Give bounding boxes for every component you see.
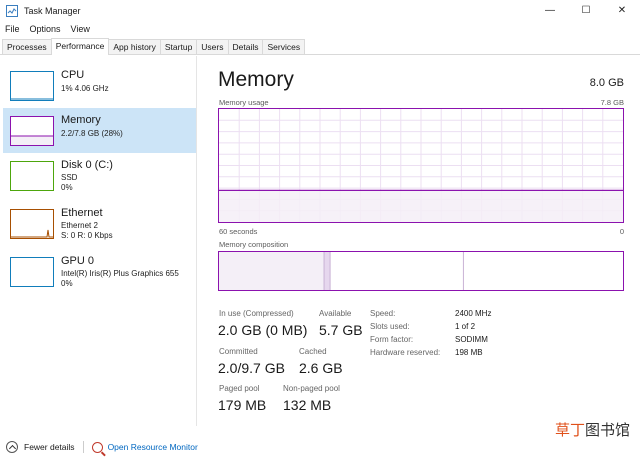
close-button[interactable]: ✕ bbox=[604, 0, 640, 21]
spec-form-factor-label: Form factor: bbox=[370, 335, 414, 344]
spec-speed-label: Speed: bbox=[370, 309, 396, 318]
sidebar-item-detail: Ethernet 2 bbox=[61, 221, 98, 230]
memory-usage-max: 7.8 GB bbox=[600, 98, 624, 107]
composition-in-use bbox=[219, 252, 325, 290]
memory-composition-label: Memory composition bbox=[219, 240, 289, 249]
available-label: Available bbox=[319, 309, 352, 318]
sidebar-item-label: Memory bbox=[61, 114, 101, 126]
paged-pool-value: 179 MB bbox=[218, 397, 267, 413]
in-use-value: 2.0 GB (0 MB) bbox=[218, 322, 308, 338]
resource-monitor-icon[interactable] bbox=[91, 441, 103, 453]
memory-graph-icon bbox=[10, 116, 54, 146]
watermark-text: 图书馆 bbox=[584, 421, 630, 439]
sidebar-item-detail: 1% 4.06 GHz bbox=[61, 84, 109, 93]
open-resource-monitor-link[interactable]: Open Resource Monitor bbox=[108, 442, 198, 452]
memory-composition-chart bbox=[219, 252, 464, 290]
sidebar-item-detail: S: 0 R: 0 Kbps bbox=[61, 231, 113, 240]
sidebar-item-detail: SSD bbox=[61, 173, 78, 182]
sidebar-item-detail: 0% bbox=[61, 183, 73, 192]
paged-pool-label: Paged pool bbox=[219, 384, 260, 393]
menu-view[interactable]: View bbox=[66, 24, 95, 34]
disk-graph-icon bbox=[10, 161, 54, 191]
ethernet-graph-icon bbox=[10, 209, 54, 239]
spec-hardware-reserved-value: 198 MB bbox=[455, 348, 483, 357]
time-axis-end: 0 bbox=[619, 227, 624, 236]
time-axis-start: 60 seconds bbox=[219, 227, 258, 236]
sidebar-item-memory[interactable]: Memory 2.2/7.8 GB (28%) bbox=[3, 108, 196, 153]
memory-total: 8.0 GB bbox=[589, 77, 624, 89]
sidebar-item-label: CPU bbox=[61, 69, 85, 81]
cached-value: 2.6 GB bbox=[299, 360, 343, 376]
fewer-details-button[interactable]: Fewer details bbox=[24, 442, 75, 452]
sidebar-item-detail: Intel(R) Iris(R) Plus Graphics 655 bbox=[61, 269, 179, 278]
spec-hardware-reserved-label: Hardware reserved: bbox=[370, 348, 441, 357]
window-title: Task Manager bbox=[24, 5, 81, 16]
sidebar-item-disk[interactable]: Disk 0 (C:) SSD 0% bbox=[3, 153, 196, 198]
sidebar-item-ethernet[interactable]: Ethernet Ethernet 2 S: 0 R: 0 Kbps bbox=[3, 201, 196, 246]
footer-bar: Fewer details Open Resource Monitor bbox=[0, 436, 640, 458]
sidebar-item-cpu[interactable]: CPU 1% 4.06 GHz bbox=[3, 63, 196, 108]
spec-slots-value: 1 of 2 bbox=[455, 322, 476, 331]
page-title: Memory bbox=[218, 68, 294, 91]
minimize-button[interactable]: — bbox=[532, 0, 568, 21]
watermark: 草丁图书馆 bbox=[555, 419, 630, 440]
tab-processes[interactable]: Processes bbox=[2, 39, 52, 54]
gpu-graph-icon bbox=[10, 257, 54, 287]
tab-app-history[interactable]: App history bbox=[108, 39, 161, 54]
sidebar-item-label: Ethernet bbox=[61, 207, 103, 219]
title-bar: Task Manager — ☐ ✕ bbox=[0, 0, 640, 21]
spec-speed-value: 2400 MHz bbox=[455, 309, 492, 318]
memory-usage-label: Memory usage bbox=[219, 98, 269, 107]
sidebar-item-label: GPU 0 bbox=[61, 255, 95, 267]
memory-usage-chart bbox=[219, 109, 623, 222]
cached-label: Cached bbox=[299, 347, 327, 356]
tab-services[interactable]: Services bbox=[262, 39, 306, 54]
maximize-button[interactable]: ☐ bbox=[568, 0, 604, 21]
cpu-graph-icon bbox=[10, 71, 54, 101]
footer-divider bbox=[82, 441, 84, 453]
chevron-up-icon[interactable] bbox=[6, 441, 18, 453]
memory-composition-bar bbox=[218, 251, 624, 291]
non-paged-pool-value: 132 MB bbox=[283, 397, 332, 413]
task-manager-icon bbox=[6, 4, 18, 17]
menu-bar: File Options View bbox=[0, 21, 95, 37]
window-controls: — ☐ ✕ bbox=[532, 0, 640, 21]
sidebar-item-label: Disk 0 (C:) bbox=[61, 159, 113, 171]
tab-details[interactable]: Details bbox=[227, 39, 264, 54]
menu-options[interactable]: Options bbox=[25, 24, 66, 34]
sidebar-item-detail: 2.2/7.8 GB (28%) bbox=[61, 129, 123, 138]
committed-value: 2.0/9.7 GB bbox=[218, 360, 285, 376]
resource-sidebar: CPU 1% 4.06 GHz Memory 2.2/7.8 GB (28%) … bbox=[0, 56, 197, 426]
sidebar-item-gpu[interactable]: GPU 0 Intel(R) Iris(R) Plus Graphics 655… bbox=[3, 249, 196, 294]
tab-bar: Processes Performance App history Startu… bbox=[0, 38, 640, 55]
available-value: 5.7 GB bbox=[319, 322, 363, 338]
tab-users[interactable]: Users bbox=[196, 39, 229, 54]
non-paged-pool-label: Non-paged pool bbox=[283, 384, 340, 393]
tab-startup[interactable]: Startup bbox=[159, 39, 198, 54]
memory-usage-graph bbox=[218, 108, 624, 223]
tab-performance[interactable]: Performance bbox=[50, 38, 110, 55]
memory-usage-area bbox=[219, 190, 623, 222]
sidebar-item-detail: 0% bbox=[61, 279, 73, 288]
watermark-accent: 草丁 bbox=[554, 421, 585, 439]
spec-form-factor-value: SODIMM bbox=[455, 335, 488, 344]
spec-slots-label: Slots used: bbox=[370, 322, 410, 331]
committed-label: Committed bbox=[219, 347, 258, 356]
menu-file[interactable]: File bbox=[0, 24, 25, 34]
in-use-label: In use (Compressed) bbox=[219, 309, 294, 318]
composition-modified bbox=[324, 252, 331, 290]
